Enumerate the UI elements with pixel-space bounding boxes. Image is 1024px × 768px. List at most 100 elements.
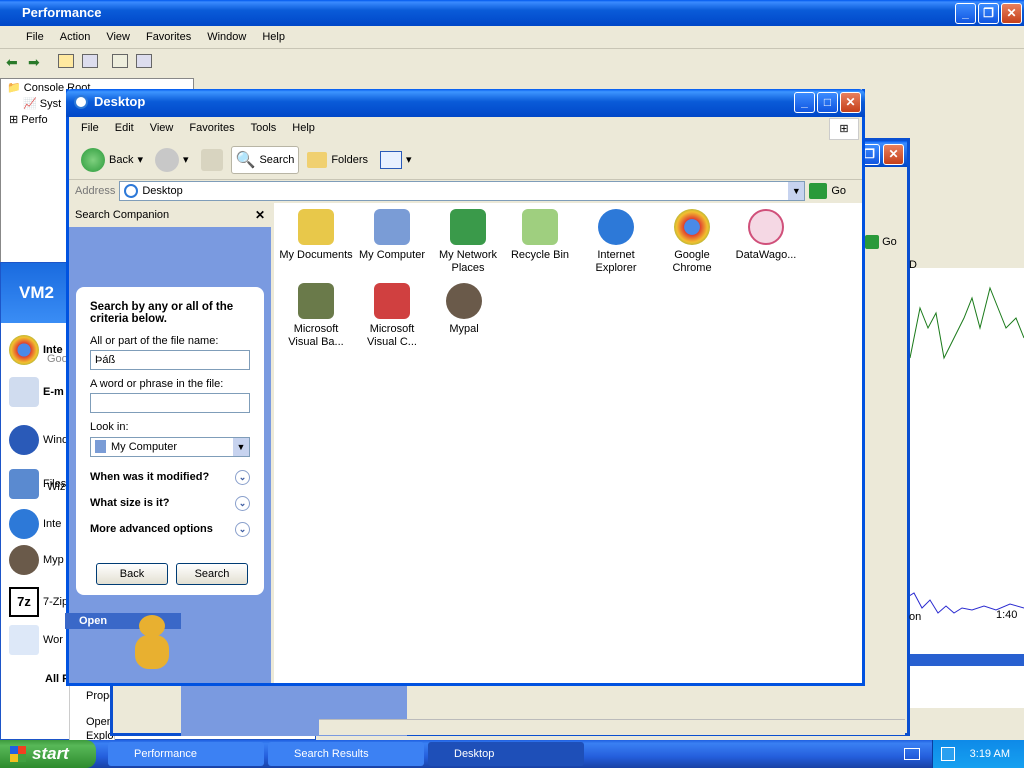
start-item-wordpad[interactable]: Wor <box>9 625 63 655</box>
option-size[interactable]: What size is it? ⌄ <box>90 496 250 511</box>
back-arrow-icon[interactable]: ⬅ <box>6 54 18 71</box>
views-button[interactable]: ▾ <box>376 148 416 172</box>
menu-tools[interactable]: Tools <box>243 122 285 134</box>
close-icon[interactable]: ✕ <box>255 208 265 222</box>
maximize-button[interactable]: ❐ <box>978 3 999 24</box>
file-item-recycle-bin[interactable]: Recycle Bin <box>500 209 580 262</box>
menu-view[interactable]: View <box>142 122 182 134</box>
start-item-email[interactable]: E-m <box>9 377 64 407</box>
search-button[interactable]: 🔍 Search <box>230 145 300 174</box>
tree-system-monitor[interactable]: 📈 Syst <box>23 97 61 110</box>
menu-view[interactable]: View <box>98 31 138 43</box>
views-icon <box>380 150 402 169</box>
phrase-input[interactable] <box>90 393 250 413</box>
wordpad-icon <box>9 625 39 655</box>
chevron-down-icon[interactable]: ▼ <box>233 438 249 456</box>
desktop-toolbar: Back ▾ ▾ 🔍 Search Folders ▾ <box>69 140 862 180</box>
performance-title-bar[interactable]: Performance _ ❐ ✕ <box>0 0 1024 26</box>
help-icon[interactable] <box>136 54 152 68</box>
chrome-icon <box>674 209 710 245</box>
mypal-icon <box>446 283 482 319</box>
search-criteria-panel: Search by any or all of the criteria bel… <box>76 287 264 595</box>
menu-file[interactable]: File <box>18 31 52 43</box>
start-item-ie[interactable]: Inte <box>9 509 61 539</box>
minimize-button[interactable]: _ <box>955 3 976 24</box>
menu-favorites[interactable]: Favorites <box>138 31 199 43</box>
desktop-title: Desktop <box>94 94 146 109</box>
lookin-select[interactable]: My Computer ▼ <box>90 437 250 457</box>
sr-go-button[interactable]: Go <box>865 235 897 249</box>
search-companion-header: Search Companion ✕ <box>69 203 271 227</box>
file-item-internet-explorer[interactable]: Internet Explorer <box>576 209 656 275</box>
datawago-icon <box>748 209 784 245</box>
file-item-visual-c[interactable]: Microsoft Visual C... <box>352 283 432 349</box>
desktop-title-bar[interactable]: Desktop _ □ ✕ <box>66 89 865 117</box>
ie-icon <box>9 509 39 539</box>
start-item-mypal[interactable]: Myp <box>9 545 64 575</box>
search-dog-icon[interactable] <box>129 609 177 673</box>
keyboard-icon[interactable] <box>904 748 920 760</box>
performance-graph <box>905 286 1024 614</box>
menu-action[interactable]: Action <box>52 31 99 43</box>
file-item-datawago[interactable]: DataWago... <box>726 209 806 262</box>
forward-button[interactable]: ▾ <box>151 145 193 175</box>
menu-help[interactable]: Help <box>284 122 323 134</box>
back-button[interactable]: Back ▾ <box>77 145 147 175</box>
show-tree-icon[interactable] <box>82 54 98 68</box>
menu-file[interactable]: File <box>73 122 107 134</box>
properties-icon[interactable] <box>112 54 128 68</box>
menu-edit[interactable]: Edit <box>107 122 142 134</box>
menu-window[interactable]: Window <box>199 31 254 43</box>
go-arrow-icon[interactable] <box>809 183 828 199</box>
sr-horizontal-scrollbar[interactable] <box>319 719 905 735</box>
up-button[interactable] <box>197 146 227 174</box>
up-folder-icon[interactable] <box>58 54 74 68</box>
option-advanced[interactable]: More advanced options ⌄ <box>90 522 250 537</box>
file-item-my-documents[interactable]: My Documents <box>276 209 356 262</box>
file-item-google-chrome[interactable]: Google Chrome <box>652 209 732 275</box>
go-button[interactable]: Go <box>831 185 846 197</box>
expand-icon[interactable]: ⌄ <box>235 470 250 485</box>
network-tray-icon[interactable] <box>941 747 955 761</box>
task-search-results[interactable]: Search Results <box>268 742 424 766</box>
email-icon <box>9 377 39 407</box>
address-bar: Address Desktop ▼ Go <box>69 180 862 202</box>
start-item-windows-media[interactable]: Wind <box>9 425 68 455</box>
search-submit-button[interactable]: Search <box>176 563 248 585</box>
address-input[interactable]: Desktop ▼ <box>119 181 806 201</box>
context-open[interactable]: Open <box>86 716 113 728</box>
sr-close-button[interactable]: ✕ <box>883 144 904 165</box>
performance-title: Performance <box>22 5 102 20</box>
address-dropdown-icon[interactable]: ▼ <box>788 182 805 200</box>
expand-icon[interactable]: ⌄ <box>235 522 250 537</box>
file-item-mypal[interactable]: Mypal <box>424 283 504 336</box>
desktop-minimize-button[interactable]: _ <box>794 92 815 113</box>
file-item-visual-basic[interactable]: Microsoft Visual Ba... <box>276 283 356 349</box>
folders-button[interactable]: Folders <box>303 149 372 171</box>
filename-input[interactable]: Þáß <box>90 350 250 370</box>
back-button[interactable]: Back <box>96 563 168 585</box>
back-arrow-icon <box>81 147 105 172</box>
lookin-value: My Computer <box>111 441 178 453</box>
close-button[interactable]: ✕ <box>1001 3 1022 24</box>
menu-favorites[interactable]: Favorites <box>181 122 242 134</box>
address-label: Address <box>75 185 116 197</box>
start-button[interactable]: start <box>0 740 96 768</box>
forward-arrow-icon[interactable]: ➡ <box>28 54 40 71</box>
file-item-my-computer[interactable]: My Computer <box>352 209 432 262</box>
network-icon <box>450 209 486 245</box>
desktop-close-button[interactable]: ✕ <box>840 92 861 113</box>
media-player-icon <box>9 425 39 455</box>
chart-progress-bar <box>906 654 1024 666</box>
expand-icon[interactable]: ⌄ <box>235 496 250 511</box>
start-item-7zip[interactable]: 7z 7-Zip <box>9 587 68 617</box>
task-performance[interactable]: Performance <box>108 742 264 766</box>
tree-performance-logs[interactable]: ⊞ Perfo <box>9 113 48 126</box>
option-modified[interactable]: When was it modified? ⌄ <box>90 470 250 485</box>
visual-c-icon <box>374 283 410 319</box>
clock[interactable]: 3:19 AM <box>970 748 1010 760</box>
file-item-network-places[interactable]: My Network Places <box>428 209 508 275</box>
task-desktop[interactable]: Desktop <box>428 742 584 766</box>
menu-help[interactable]: Help <box>254 31 293 43</box>
desktop-maximize-button[interactable]: □ <box>817 92 838 113</box>
